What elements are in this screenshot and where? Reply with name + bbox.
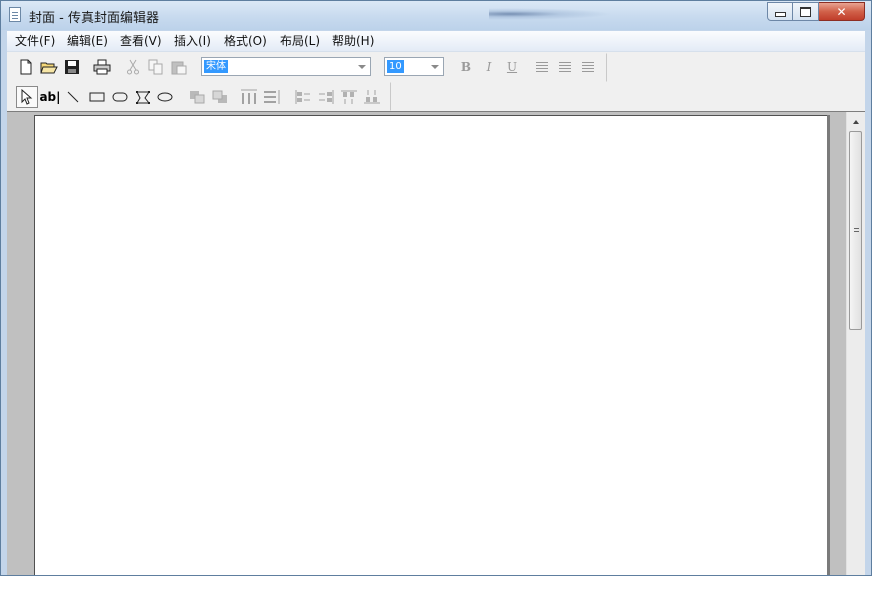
maximize-icon (800, 6, 811, 17)
rectangle-tool-button[interactable] (87, 87, 107, 107)
align-center-icon (559, 62, 571, 72)
space-down-icon (264, 90, 280, 104)
scissors-icon (127, 59, 139, 75)
polygon-icon (136, 91, 151, 104)
polygon-tool-button[interactable] (133, 87, 153, 107)
bring-to-front-button[interactable] (187, 87, 207, 107)
font-size-value: 10 (387, 60, 404, 73)
align-left-icon (536, 62, 548, 72)
copy-button[interactable] (146, 57, 166, 77)
align-top-objects-button[interactable] (339, 87, 359, 107)
printer-icon (93, 59, 111, 75)
toolbar-area: 宋体 10 B I U ab| (7, 52, 865, 111)
menu-help[interactable]: 帮助(H) (330, 33, 376, 49)
cut-button[interactable] (123, 57, 143, 77)
align-right-objects-button[interactable] (316, 87, 336, 107)
vertical-scrollbar[interactable] (846, 112, 865, 575)
scroll-thumb[interactable] (849, 131, 862, 330)
align-left-objects-button[interactable] (293, 87, 313, 107)
save-button[interactable] (62, 57, 82, 77)
menu-bar: 文件(F) 编辑(E) 查看(V) 插入(I) 格式(O) 布局(L) 帮助(H… (7, 31, 865, 52)
rounded-rectangle-icon (112, 92, 128, 102)
align-right-icon (582, 62, 594, 72)
minimize-icon (774, 12, 786, 17)
paste-clipboard-icon (171, 61, 187, 75)
align-left-button[interactable] (532, 57, 552, 77)
align-bottom-objects-button[interactable] (362, 87, 382, 107)
drawing-toolbar: ab| (9, 82, 391, 111)
chevron-down-icon[interactable] (354, 58, 370, 75)
space-across-button[interactable] (239, 87, 259, 107)
document-icon (9, 7, 21, 22)
underline-button[interactable]: U (502, 57, 522, 77)
font-size-combo[interactable]: 10 (384, 57, 444, 76)
caption-buttons: ✕ (767, 2, 865, 21)
bold-button[interactable]: B (456, 57, 476, 77)
align-objects-left-icon (295, 90, 310, 104)
editor-area (7, 111, 865, 575)
window-title: 封面 - 传真封面编辑器 (29, 11, 159, 26)
scroll-grip-icon (854, 228, 859, 234)
chevron-down-icon[interactable] (427, 58, 443, 75)
italic-button[interactable]: I (479, 57, 499, 77)
send-to-back-button[interactable] (210, 87, 230, 107)
rounded-rect-tool-button[interactable] (110, 87, 130, 107)
standard-toolbar: 宋体 10 B I U (9, 53, 607, 82)
text-tool-button[interactable]: ab| (39, 87, 61, 107)
menu-edit[interactable]: 编辑(E) (65, 33, 110, 49)
bring-to-front-icon (190, 91, 205, 104)
maximize-button[interactable] (793, 2, 819, 21)
align-objects-bottom-icon (364, 90, 380, 104)
open-button[interactable] (39, 57, 59, 77)
open-folder-icon (40, 62, 58, 74)
close-icon: ✕ (836, 4, 847, 19)
font-name-combo[interactable]: 宋体 (201, 57, 371, 76)
minimize-button[interactable] (767, 2, 793, 21)
align-objects-right-icon (319, 90, 334, 104)
new-button[interactable] (16, 57, 36, 77)
page-shadow-edge (827, 115, 830, 575)
line-icon (67, 91, 79, 103)
font-name-value: 宋体 (204, 60, 228, 73)
scroll-up-arrow-icon[interactable] (847, 114, 865, 130)
rectangle-icon (89, 92, 105, 102)
line-tool-button[interactable] (63, 87, 83, 107)
menu-file[interactable]: 文件(F) (13, 33, 57, 49)
new-document-icon (20, 59, 32, 75)
save-disk-icon (65, 60, 79, 74)
menu-view[interactable]: 查看(V) (118, 33, 164, 49)
align-right-button[interactable] (578, 57, 598, 77)
ellipse-tool-button[interactable] (155, 87, 175, 107)
app-window: 封面 - 传真封面编辑器 ✕ 文件(F) 编辑(E) 查看(V) 插入(I) 格… (0, 0, 872, 576)
paste-button[interactable] (169, 57, 189, 77)
cover-page-canvas[interactable] (34, 115, 827, 575)
send-to-back-icon (212, 90, 227, 103)
copy-icon (148, 59, 163, 75)
select-tool-button[interactable] (16, 86, 38, 108)
ellipse-icon (157, 92, 173, 102)
blurred-title-region (489, 7, 629, 21)
menu-format[interactable]: 格式(O) (222, 33, 269, 49)
title-bar[interactable]: 封面 - 传真封面编辑器 ✕ (1, 1, 871, 30)
menu-layout[interactable]: 布局(L) (278, 33, 322, 49)
print-button[interactable] (92, 57, 112, 77)
align-center-button[interactable] (555, 57, 575, 77)
pointer-arrow-icon (21, 89, 33, 105)
space-down-button[interactable] (262, 87, 282, 107)
align-objects-top-icon (341, 90, 357, 104)
close-button[interactable]: ✕ (819, 2, 865, 21)
menu-insert[interactable]: 插入(I) (172, 33, 213, 49)
space-across-icon (241, 89, 257, 104)
